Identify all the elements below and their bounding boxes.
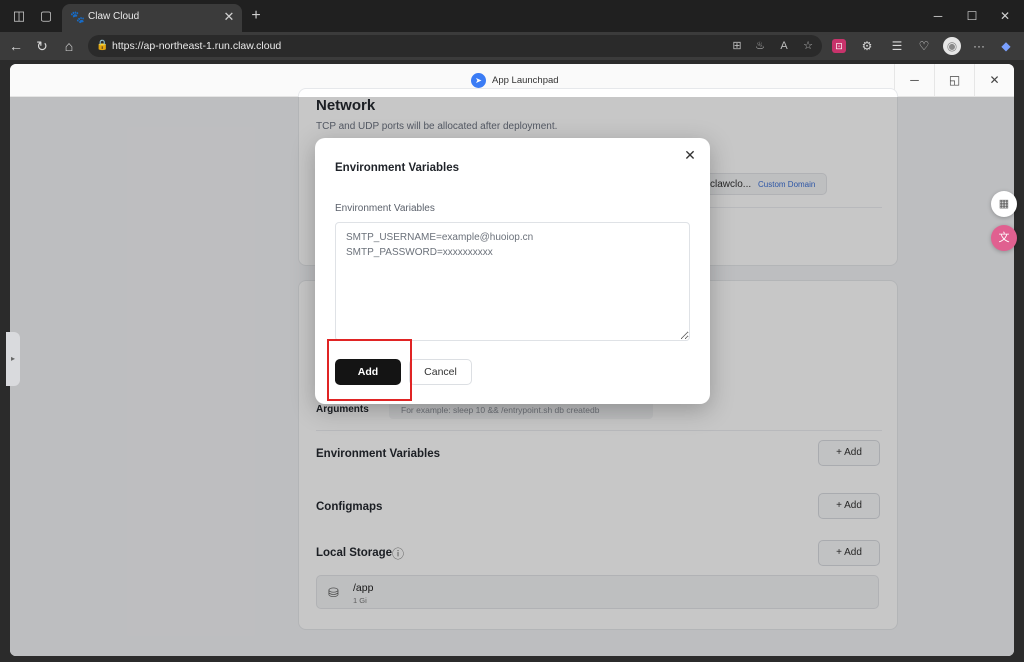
browser-address-bar: ← ↻ ⌂ 🔒 https://ap-northeast-1.run.claw.… bbox=[0, 32, 1024, 60]
float-grid-icon[interactable]: ▦ bbox=[991, 191, 1017, 217]
more-options-icon[interactable]: ··· bbox=[970, 37, 988, 55]
workspaces-icon[interactable]: ◫ bbox=[11, 8, 27, 24]
modal-close-icon[interactable]: ✕ bbox=[681, 146, 699, 164]
window-maximize-button[interactable]: ☐ bbox=[963, 6, 981, 26]
profile-avatar-icon[interactable]: ◉ bbox=[943, 37, 961, 55]
paw-favicon-icon: 🐾 bbox=[70, 10, 85, 24]
tab-close-icon[interactable]: ✕ bbox=[222, 9, 236, 25]
browser-tab[interactable]: 🐾 Claw Cloud ✕ bbox=[62, 4, 242, 32]
lock-icon[interactable]: 🔒 bbox=[96, 39, 108, 53]
env-variables-textarea[interactable]: SMTP_USERNAME=example@huoiop.cn SMTP_PAS… bbox=[335, 222, 690, 341]
favorites-list-icon[interactable]: ☰ bbox=[888, 37, 906, 55]
puzzle-extension-icon[interactable]: ⚙ bbox=[858, 37, 876, 55]
refresh-icon[interactable]: ↻ bbox=[33, 37, 51, 55]
copilot-icon[interactable]: ◆ bbox=[997, 37, 1015, 55]
read-aloud-icon[interactable]: A bbox=[776, 38, 792, 54]
browser-essentials-icon[interactable]: ♡ bbox=[915, 37, 933, 55]
tab-actions-icon[interactable]: ▢ bbox=[38, 8, 54, 24]
float-translate-icon[interactable]: 文 bbox=[991, 225, 1017, 251]
home-icon[interactable]: ⌂ bbox=[60, 37, 78, 55]
favorite-star-icon[interactable]: ☆ bbox=[800, 38, 816, 54]
add-button-highlight bbox=[327, 339, 412, 401]
app-minimize-button[interactable]: ─ bbox=[894, 64, 934, 97]
back-icon[interactable]: ← bbox=[7, 37, 25, 55]
modal-title: Environment Variables bbox=[335, 162, 459, 174]
url-text[interactable]: https://ap-northeast-1.run.claw.cloud bbox=[112, 40, 281, 52]
browser-tab-bar: ◫ ▢ 🐾 Claw Cloud ✕ + ─ ☐ ✕ bbox=[0, 0, 1024, 32]
app-window: ➤ App Launchpad ─ ◱ ✕ Network TCP and UD… bbox=[10, 64, 1014, 656]
immersive-reader-icon[interactable]: ♨ bbox=[752, 38, 768, 54]
modal-cancel-button[interactable]: Cancel bbox=[409, 359, 472, 385]
modal-field-label: Environment Variables bbox=[335, 203, 435, 214]
launchpad-logo-icon: ➤ bbox=[471, 73, 486, 88]
new-tab-button[interactable]: + bbox=[248, 7, 264, 25]
window-close-button[interactable]: ✕ bbox=[996, 6, 1014, 26]
app-restore-button[interactable]: ◱ bbox=[934, 64, 974, 97]
app-close-button[interactable]: ✕ bbox=[974, 64, 1014, 97]
tab-title: Claw Cloud bbox=[88, 11, 140, 22]
url-field[interactable]: 🔒 https://ap-northeast-1.run.claw.cloud … bbox=[88, 35, 822, 57]
extension-icon[interactable]: ⊡ bbox=[832, 39, 846, 53]
window-minimize-button[interactable]: ─ bbox=[929, 6, 947, 26]
side-expand-tab[interactable]: ▸ bbox=[6, 332, 20, 386]
apps-icon[interactable]: ⊞ bbox=[729, 38, 745, 54]
app-title: App Launchpad bbox=[492, 75, 559, 86]
